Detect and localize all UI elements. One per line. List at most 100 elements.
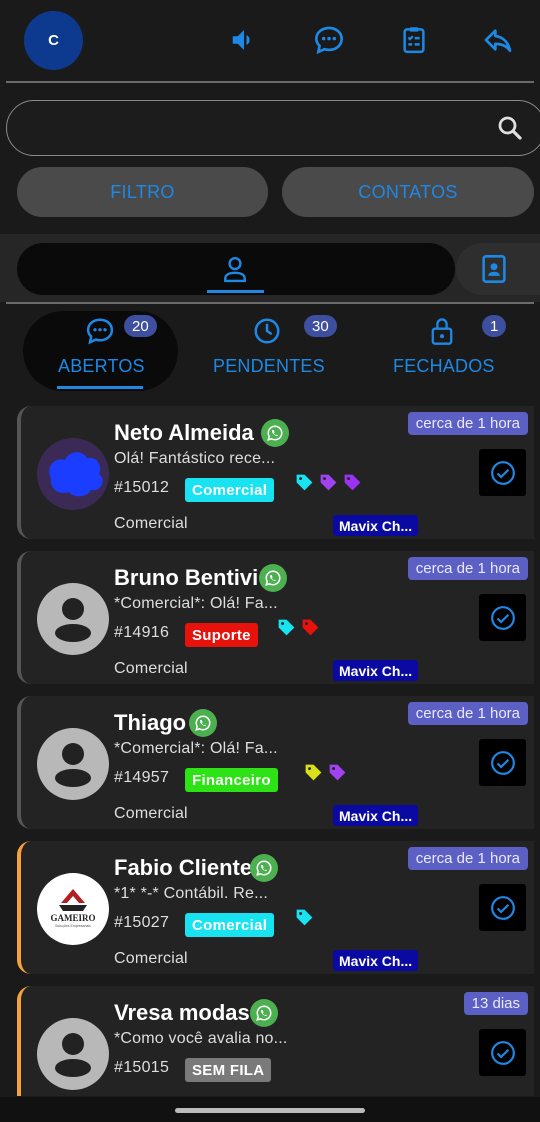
- contact-card-icon: [480, 254, 508, 289]
- volume-icon[interactable]: [226, 22, 262, 58]
- tag-icon: [327, 762, 348, 788]
- tab-pendentes[interactable]: PENDENTES: [213, 356, 325, 377]
- header-divider: [6, 81, 534, 83]
- contact-name: Fabio Cliente: [114, 855, 253, 880]
- resolve-ticket-button[interactable]: [479, 1029, 526, 1076]
- search-input[interactable]: [6, 100, 540, 156]
- ticket-card[interactable]: Vresa modas 13 dias *Como você avalia no..…: [17, 986, 534, 1096]
- home-indicator[interactable]: [175, 1108, 365, 1113]
- time-badge: cerca de 1 hora: [407, 847, 528, 870]
- contact-avatar: [37, 438, 109, 510]
- contact-name: Neto Almeida: [114, 420, 254, 445]
- time-badge: 13 dias: [463, 992, 528, 1015]
- tag-icon: [276, 617, 297, 643]
- logo-text: GAMEIRO: [50, 913, 96, 923]
- tab-active-indicator: [57, 386, 143, 389]
- tag-icon: [294, 907, 315, 933]
- check-circle-icon: [490, 1040, 515, 1065]
- queue-badge: Suporte: [185, 623, 258, 647]
- clock-icon: [252, 316, 282, 351]
- connection-badge: Mavix Ch...: [333, 660, 419, 681]
- whatsapp-icon: [259, 564, 287, 592]
- last-message: *Como você avalia no...: [114, 1030, 288, 1047]
- section-divider: [6, 302, 534, 304]
- check-circle-icon: [490, 460, 515, 485]
- queue-badge: SEM FILA: [185, 1058, 272, 1082]
- ticket-id: #15027: [114, 914, 170, 931]
- ticket-id: #14957: [114, 769, 170, 786]
- contact-name: Thiago: [114, 710, 187, 735]
- chat-icon: [85, 316, 115, 351]
- tag-list: [294, 472, 363, 498]
- last-message: *1* *-* Contábil. Re...: [114, 885, 269, 902]
- connection-badge: Mavix Ch...: [333, 950, 419, 971]
- department-label: Comercial: [114, 805, 188, 822]
- ticket-id: #15012: [114, 479, 170, 496]
- resolve-ticket-button[interactable]: [479, 739, 526, 786]
- tag-icon: [342, 472, 363, 498]
- user-avatar[interactable]: C: [24, 11, 83, 70]
- check-circle-icon: [490, 895, 515, 920]
- tab-pendentes-count: 30: [304, 315, 337, 337]
- ticket-card[interactable]: GAMEIRO Soluções Empresariais Fabio Client…: [17, 841, 534, 974]
- my-tickets-toggle[interactable]: [17, 243, 455, 295]
- tab-abertos[interactable]: ABERTOS: [58, 356, 145, 377]
- queue-badge: Comercial: [185, 478, 275, 502]
- segment-active-indicator: [207, 290, 264, 293]
- contact-avatar: [37, 1018, 109, 1090]
- tag-icon: [300, 617, 321, 643]
- contact-avatar: GAMEIRO Soluções Empresariais: [37, 873, 109, 945]
- chat-bubble-icon[interactable]: [311, 22, 347, 58]
- ticket-list: Neto Almeida cerca de 1 hora Olá! Fantásti…: [17, 404, 534, 1096]
- check-circle-icon: [490, 750, 515, 775]
- time-badge: cerca de 1 hora: [407, 412, 528, 435]
- clipboard-icon[interactable]: [396, 22, 432, 58]
- ticket-card[interactable]: Bruno Bentivi cerca de 1 hora *Comercial*:…: [17, 551, 534, 684]
- connection-badge: Mavix Ch...: [333, 805, 419, 826]
- department-label: Comercial: [114, 660, 188, 677]
- check-circle-icon: [490, 605, 515, 630]
- tab-abertos-count: 20: [124, 315, 157, 337]
- ticket-card[interactable]: Neto Almeida cerca de 1 hora Olá! Fantásti…: [17, 406, 534, 539]
- contact-avatar: [37, 583, 109, 655]
- contacts-button[interactable]: CONTATOS: [282, 167, 534, 217]
- ticket-id: #15015: [114, 1059, 170, 1076]
- time-badge: cerca de 1 hora: [407, 557, 528, 580]
- top-bar: C: [0, 0, 540, 82]
- whatsapp-icon: [250, 854, 278, 882]
- department-label: Comercial: [114, 515, 188, 532]
- ticket-card[interactable]: Thiago cerca de 1 hora *Comercial*: Olá! F…: [17, 696, 534, 829]
- contact-card-toggle[interactable]: [456, 243, 540, 295]
- resolve-ticket-button[interactable]: [479, 449, 526, 496]
- search-icon[interactable]: [495, 113, 525, 148]
- resolve-ticket-button[interactable]: [479, 594, 526, 641]
- tag-icon: [303, 762, 324, 788]
- lock-icon: [428, 316, 456, 351]
- queue-badge: Financeiro: [185, 768, 278, 792]
- ticket-id: #14916: [114, 624, 170, 641]
- tag-list: [276, 617, 321, 643]
- person-icon: [222, 254, 248, 289]
- whatsapp-icon: [261, 419, 289, 447]
- last-message: *Comercial*: Olá! Fa...: [114, 595, 278, 612]
- queue-badge: Comercial: [185, 913, 275, 937]
- resolve-ticket-button[interactable]: [479, 884, 526, 931]
- contact-name: Bruno Bentivi: [114, 565, 259, 590]
- last-message: Olá! Fantástico rece...: [114, 450, 276, 467]
- whatsapp-icon: [189, 709, 217, 737]
- tag-list: [294, 907, 315, 933]
- tag-icon: [294, 472, 315, 498]
- logo-subtitle: Soluções Empresariais: [55, 924, 91, 928]
- contact-name: Vresa modas: [114, 1000, 250, 1025]
- time-badge: cerca de 1 hora: [407, 702, 528, 725]
- tab-fechados[interactable]: FECHADOS: [393, 356, 495, 377]
- department-label: Comercial: [114, 950, 188, 967]
- connection-badge: Mavix Ch...: [333, 515, 419, 536]
- filter-button[interactable]: FILTRO: [17, 167, 268, 217]
- reply-icon[interactable]: [480, 22, 516, 58]
- last-message: *Comercial*: Olá! Fa...: [114, 740, 278, 757]
- tag-icon: [318, 472, 339, 498]
- whatsapp-icon: [250, 999, 278, 1027]
- tag-list: [303, 762, 348, 788]
- tab-fechados-count: 1: [482, 315, 507, 337]
